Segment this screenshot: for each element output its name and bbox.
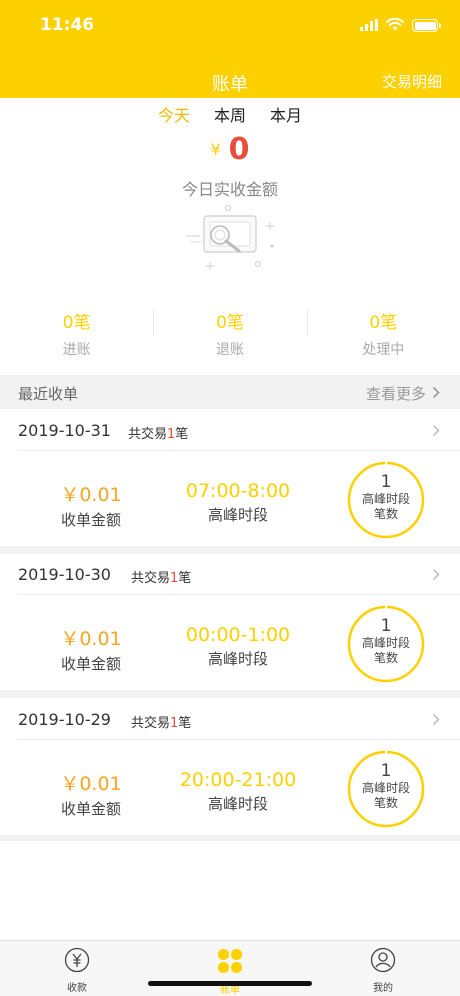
stat-processing: 0笔 处理中 (306, 308, 460, 359)
peak-count-line2: 笔数 (373, 507, 398, 521)
yuan-circle-icon (64, 947, 90, 977)
transaction-details-link[interactable]: 交易明细 (382, 71, 442, 92)
stat-income-value: 0笔 (62, 313, 91, 333)
amount-metric: ￥0.01 收单金额 (40, 769, 142, 819)
amount-label: 收单金额 (60, 800, 121, 818)
grid-icon (216, 949, 244, 979)
stat-processing-label: 处理中 (362, 342, 405, 358)
separator (0, 546, 460, 554)
record-header[interactable]: 2019-10-31 共交易1笔 (0, 410, 460, 450)
record-body: ￥0.01 收单金额 20:00-21:00 高峰时段 1 高峰时段 笔数 (0, 739, 460, 835)
amount-caption: 今日实收金额 (181, 180, 278, 199)
peak-time: 20:00-21:00 (179, 769, 297, 791)
tab-collect-label: 收款 (67, 983, 87, 994)
status-time: 11:46 (40, 15, 95, 35)
peak-count-line1: 高峰时段 (361, 781, 410, 795)
recent-section-header: 最近收单 查看更多 (0, 375, 460, 409)
amount-metric: ￥0.01 收单金额 (40, 480, 142, 530)
record-header[interactable]: 2019-10-30 共交易1笔 (0, 554, 460, 594)
peak-time: 00:00-1:00 (185, 624, 291, 646)
record-card[interactable]: 2019-10-30 共交易1笔 ￥0.01 收单金额 00:00-1:00 高… (0, 554, 460, 690)
amount-value: ￥0.01 (60, 628, 122, 650)
tab-this-month[interactable]: 本月 (270, 102, 302, 126)
peak-metric: 20:00-21:00 高峰时段 (164, 769, 312, 814)
peak-metric: 07:00-8:00 高峰时段 (168, 480, 308, 525)
amount-metric: ￥0.01 收单金额 (40, 624, 142, 674)
currency-symbol: ¥ (210, 140, 221, 159)
peak-label: 高峰时段 (207, 506, 268, 524)
view-more-link[interactable]: 查看更多 (366, 383, 440, 404)
user-icon (370, 947, 396, 977)
peak-count-value: 1 (380, 616, 392, 636)
record-body: ￥0.01 收单金额 00:00-1:00 高峰时段 1 高峰时段 笔数 (0, 594, 460, 690)
peak-label: 高峰时段 (207, 650, 268, 668)
record-count: 共交易1笔 (128, 427, 189, 442)
record-date: 2019-10-29 (18, 710, 111, 729)
tab-bar: 收款 账单 我的 (0, 940, 460, 996)
record-date: 2019-10-31 (18, 421, 111, 440)
chevron-right-icon (432, 711, 440, 730)
period-tabs: 今天 本周 本月 (0, 102, 460, 126)
separator (0, 690, 460, 698)
record-header[interactable]: 2019-10-29 共交易1笔 (0, 699, 460, 739)
peak-count-line1: 高峰时段 (361, 636, 410, 650)
peak-count-ring: 1 高峰时段 笔数 (346, 749, 426, 829)
summary-amount: ¥0 (0, 132, 460, 167)
stats-row: 0笔 进账 0笔 退账 0笔 处理中 (0, 308, 460, 359)
amount-value: ￥0.01 (60, 773, 122, 795)
stat-refund-value: 0笔 (216, 313, 244, 333)
tab-bills[interactable]: 账单 (190, 947, 270, 996)
separator (0, 835, 460, 841)
wifi-icon (386, 16, 404, 35)
record-card[interactable]: 2019-10-29 共交易1笔 ￥0.01 收单金额 20:00-21:00 … (0, 699, 460, 835)
record-count: 共交易1笔 (131, 571, 192, 586)
stat-refund: 0笔 退账 (153, 308, 306, 359)
peak-count-value: 1 (380, 472, 392, 492)
record-card[interactable]: 2019-10-31 共交易1笔 ￥0.01 收单金额 07:00-8:00 高… (0, 410, 460, 546)
peak-count-ring: 1 高峰时段 笔数 (346, 460, 426, 540)
peak-count-line2: 笔数 (373, 651, 398, 665)
header-bar: 11:46 账单 交易明细 (0, 0, 460, 98)
peak-count-line2: 笔数 (373, 796, 398, 810)
amount-label: 收单金额 (60, 511, 121, 529)
tab-today[interactable]: 今天 (158, 102, 190, 126)
chevron-right-icon (432, 566, 440, 585)
tab-mine-label: 我的 (373, 983, 393, 994)
record-count: 共交易1笔 (131, 716, 192, 731)
stat-processing-value: 0笔 (369, 313, 398, 333)
record-body: ￥0.01 收单金额 07:00-8:00 高峰时段 1 高峰时段 笔数 (0, 450, 460, 546)
stat-refund-label: 退账 (215, 342, 244, 358)
recent-section-title: 最近收单 (18, 385, 79, 403)
tab-collect[interactable]: 收款 (37, 947, 117, 994)
tab-this-week[interactable]: 本周 (214, 102, 246, 126)
peak-time: 07:00-8:00 (185, 480, 291, 502)
signal-icon (360, 16, 378, 35)
stat-income: 0笔 进账 (0, 308, 153, 359)
amount-value: ￥0.01 (60, 484, 122, 506)
tab-mine[interactable]: 我的 (343, 947, 423, 994)
chevron-right-icon (432, 422, 440, 441)
amount-label: 收单金额 (60, 655, 121, 673)
home-indicator (148, 981, 312, 986)
battery-icon (412, 19, 441, 32)
view-more-label: 查看更多 (365, 385, 426, 403)
peak-count-value: 1 (380, 761, 392, 781)
amount-value: 0 (228, 132, 250, 167)
chevron-right-icon (432, 385, 440, 403)
peak-count-ring: 1 高峰时段 笔数 (346, 604, 426, 684)
empty-state-illustration (180, 200, 280, 275)
peak-count-line1: 高峰时段 (361, 492, 410, 506)
stat-income-label: 进账 (62, 342, 91, 358)
record-date: 2019-10-30 (18, 565, 111, 584)
peak-label: 高峰时段 (207, 795, 268, 813)
status-icons (360, 16, 441, 35)
peak-metric: 00:00-1:00 高峰时段 (168, 624, 308, 669)
